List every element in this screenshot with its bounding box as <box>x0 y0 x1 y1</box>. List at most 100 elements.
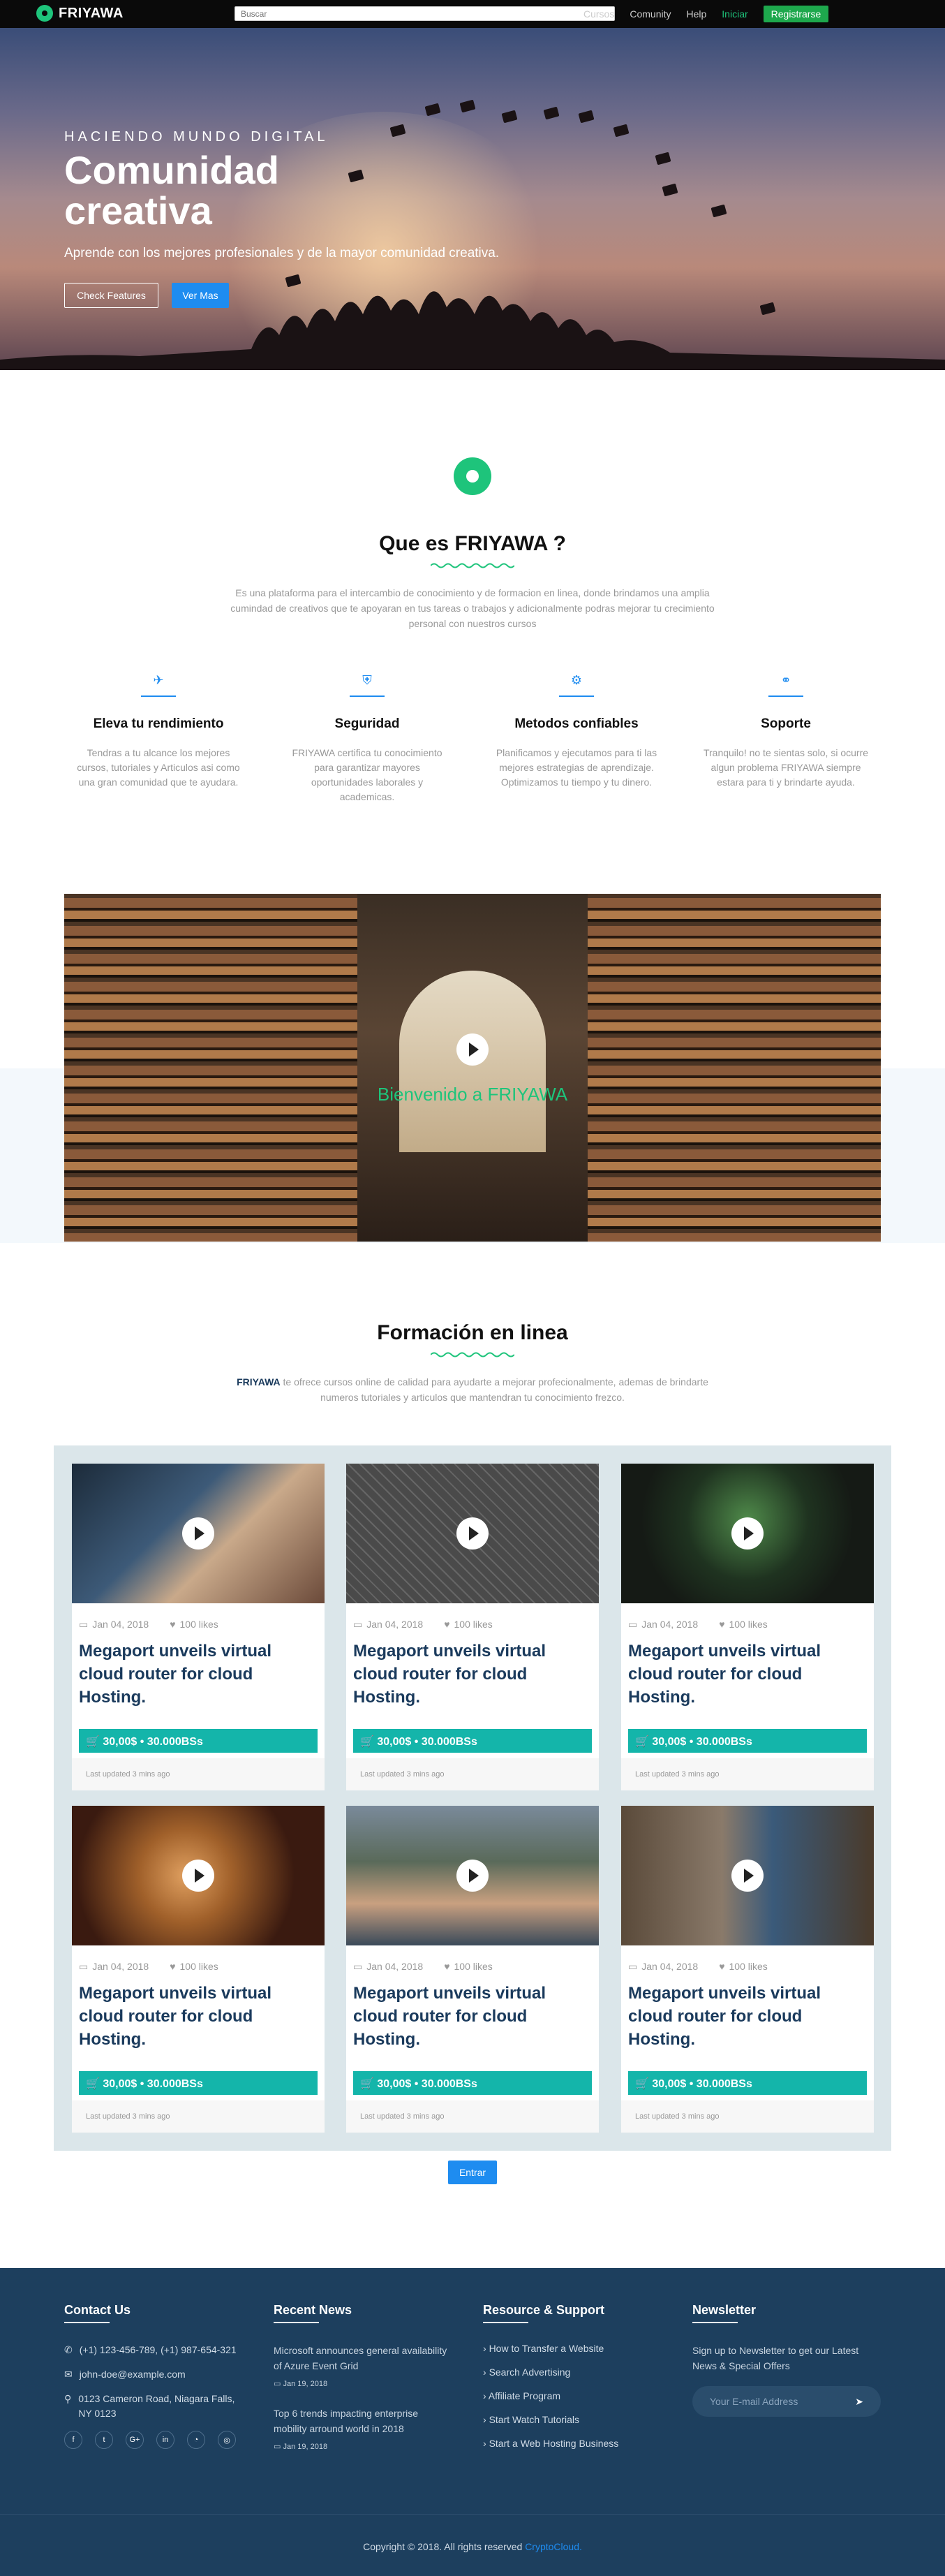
calendar-icon: ▭ <box>79 1961 89 1972</box>
course-thumbnail[interactable] <box>72 1806 325 1945</box>
play-icon[interactable] <box>182 1860 214 1892</box>
play-icon[interactable] <box>456 1033 489 1066</box>
course-updated: Last updated 3 mins ago <box>621 2100 874 2133</box>
copyright-brand-link[interactable]: CryptoCloud. <box>525 2541 582 2552</box>
nav-link-cursos[interactable]: Cursos <box>583 8 614 20</box>
course-card[interactable]: ▭ Jan 04, 2018 ♥ 100 likes Megaport unveils… <box>621 1464 874 1790</box>
course-date: Jan 04, 2018 <box>641 1961 699 1972</box>
facebook-icon[interactable]: f <box>64 2431 82 2449</box>
feature-desc: Planificamos y ejecutamos para ti las me… <box>496 747 657 788</box>
check-features-button[interactable]: Check Features <box>64 283 158 308</box>
nav-link-comunity[interactable]: Comunity <box>630 8 671 20</box>
location-icon: ⚲ <box>64 2393 72 2404</box>
login-link[interactable]: Iniciar <box>722 8 747 20</box>
support-icon: ⚭ <box>780 673 791 687</box>
courses-desc-text: te ofrece cursos online de calidad para … <box>280 1376 708 1403</box>
footer-heading: Recent News <box>274 2303 352 2317</box>
course-date: Jan 04, 2018 <box>92 1619 149 1630</box>
newsletter-placeholder: Your E-mail Address <box>710 2396 798 2407</box>
course-price: 🛒 30,00$ • 30.000BSs <box>353 1729 592 1753</box>
course-title[interactable]: Megaport unveils virtual cloud router fo… <box>79 1640 316 1709</box>
course-date: Jan 04, 2018 <box>641 1619 699 1630</box>
footer-resources: Resource & Support › How to Transfer a W… <box>483 2303 664 2461</box>
course-title[interactable]: Megaport unveils virtual cloud router fo… <box>628 1640 865 1709</box>
course-updated: Last updated 3 mins ago <box>346 2100 599 2133</box>
course-title[interactable]: Megaport unveils virtual cloud router fo… <box>353 1640 590 1709</box>
news-item[interactable]: Microsoft announces general availability… <box>274 2343 448 2373</box>
play-icon[interactable] <box>731 1517 764 1550</box>
phone-icon: ✆ <box>64 2344 73 2355</box>
footer-newsletter: Newsletter Sign up to Newsletter to get … <box>692 2303 881 2417</box>
resource-link[interactable]: › Start Watch Tutorials <box>483 2414 664 2425</box>
brand-name: FRIYAWA <box>59 5 124 21</box>
send-icon[interactable]: ➤ <box>855 2396 863 2408</box>
course-price: 🛒 30,00$ • 30.000BSs <box>353 2071 592 2095</box>
heart-icon: ♥ <box>444 1619 450 1630</box>
course-card[interactable]: ▭ Jan 04, 2018 ♥ 100 likes Megaport unveils… <box>621 1806 874 2133</box>
course-card[interactable]: ▭ Jan 04, 2018 ♥ 100 likes Megaport unveils… <box>72 1806 325 2133</box>
wave-divider-icon <box>431 563 514 568</box>
twitter-icon[interactable]: t <box>95 2431 113 2449</box>
resource-link[interactable]: › Search Advertising <box>483 2367 664 2378</box>
course-card[interactable]: ▭ Jan 04, 2018 ♥ 100 likes Megaport unveils… <box>346 1464 599 1790</box>
play-icon[interactable] <box>731 1860 764 1892</box>
grad-cap-icon <box>655 152 671 165</box>
google-plus-icon[interactable]: G+ <box>126 2431 144 2449</box>
ver-mas-button[interactable]: Ver Mas <box>172 283 229 308</box>
feature-title: Metodos confiables <box>514 716 639 731</box>
heart-icon: ♥ <box>170 1619 176 1630</box>
course-likes: 100 likes <box>454 1961 493 1972</box>
play-icon[interactable] <box>456 1517 489 1550</box>
course-card[interactable]: ▭ Jan 04, 2018 ♥ 100 likes Megaport unveils… <box>346 1806 599 2133</box>
rss-icon[interactable]: ◔ <box>187 2431 205 2449</box>
heart-icon: ♥ <box>170 1961 176 1972</box>
wave-divider-icon <box>431 1352 514 1357</box>
calendar-icon: ▭ <box>274 2443 283 2451</box>
feature-desc: Tendras a tu alcance los mejores cursos,… <box>77 747 240 788</box>
course-title[interactable]: Megaport unveils virtual cloud router fo… <box>79 1982 316 2051</box>
course-thumbnail[interactable] <box>621 1464 874 1603</box>
instagram-icon[interactable]: ◎ <box>218 2431 236 2449</box>
course-thumbnail[interactable] <box>346 1464 599 1603</box>
course-title[interactable]: Megaport unveils virtual cloud router fo… <box>353 1982 590 2051</box>
logo-icon <box>36 5 53 22</box>
course-title[interactable]: Megaport unveils virtual cloud router fo… <box>628 1982 865 2051</box>
hero-title: Comunidad creativa <box>64 148 279 233</box>
course-date: Jan 04, 2018 <box>366 1961 424 1972</box>
email-icon: ✉ <box>64 2369 73 2380</box>
course-card[interactable]: ▭ Jan 04, 2018 ♥ 100 likes Megaport unveils… <box>72 1464 325 1790</box>
play-icon[interactable] <box>182 1517 214 1550</box>
resource-link[interactable]: › Affiliate Program <box>483 2390 664 2401</box>
hero-banner: HACIENDO MUNDO DIGITAL Comunidad creativ… <box>0 28 945 370</box>
register-button[interactable]: Registrarse <box>763 6 829 22</box>
course-thumbnail[interactable] <box>346 1806 599 1945</box>
heart-icon: ♥ <box>719 1619 725 1630</box>
intro-video[interactable]: Bienvenido a FRIYAWA <box>64 894 881 1242</box>
play-icon[interactable] <box>456 1860 489 1892</box>
feature-performance: ✈ Eleva tu rendimiento Tendras a tu alca… <box>75 670 242 790</box>
site-footer: Contact Us ✆ (+1) 123-456-789, (+1) 987-6… <box>0 2268 945 2576</box>
course-thumbnail[interactable] <box>621 1806 874 1945</box>
course-likes: 100 likes <box>179 1619 218 1630</box>
calendar-icon: ▭ <box>79 1619 89 1630</box>
course-price: 🛒 30,00$ • 30.000BSs <box>79 1729 318 1753</box>
contact-email[interactable]: john-doe@example.com <box>80 2367 186 2382</box>
news-item[interactable]: Top 6 trends impacting enterprise mobili… <box>274 2406 448 2436</box>
course-likes: 100 likes <box>454 1619 493 1630</box>
feature-title: Eleva tu rendimiento <box>93 716 224 731</box>
course-thumbnail[interactable] <box>72 1464 325 1603</box>
feature-title: Seguridad <box>334 716 400 731</box>
resource-link[interactable]: › How to Transfer a Website <box>483 2343 664 2354</box>
search-input[interactable] <box>235 6 615 21</box>
heart-icon: ♥ <box>719 1961 725 1972</box>
entrar-button[interactable]: Entrar <box>448 2161 497 2184</box>
video-caption: Bienvenido a FRIYAWA <box>377 1084 568 1105</box>
brand-logo[interactable]: FRIYAWA <box>36 5 124 22</box>
newsletter-email-input[interactable]: Your E-mail Address ➤ <box>692 2386 881 2417</box>
copyright-text: Copyright © 2018. All rights reserved <box>363 2541 526 2552</box>
resource-link[interactable]: › Start a Web Hosting Business <box>483 2438 664 2449</box>
linkedin-icon[interactable]: in <box>156 2431 174 2449</box>
course-updated: Last updated 3 mins ago <box>72 1758 325 1790</box>
nav-link-help[interactable]: Help <box>687 8 707 20</box>
heart-icon: ♥ <box>444 1961 450 1972</box>
